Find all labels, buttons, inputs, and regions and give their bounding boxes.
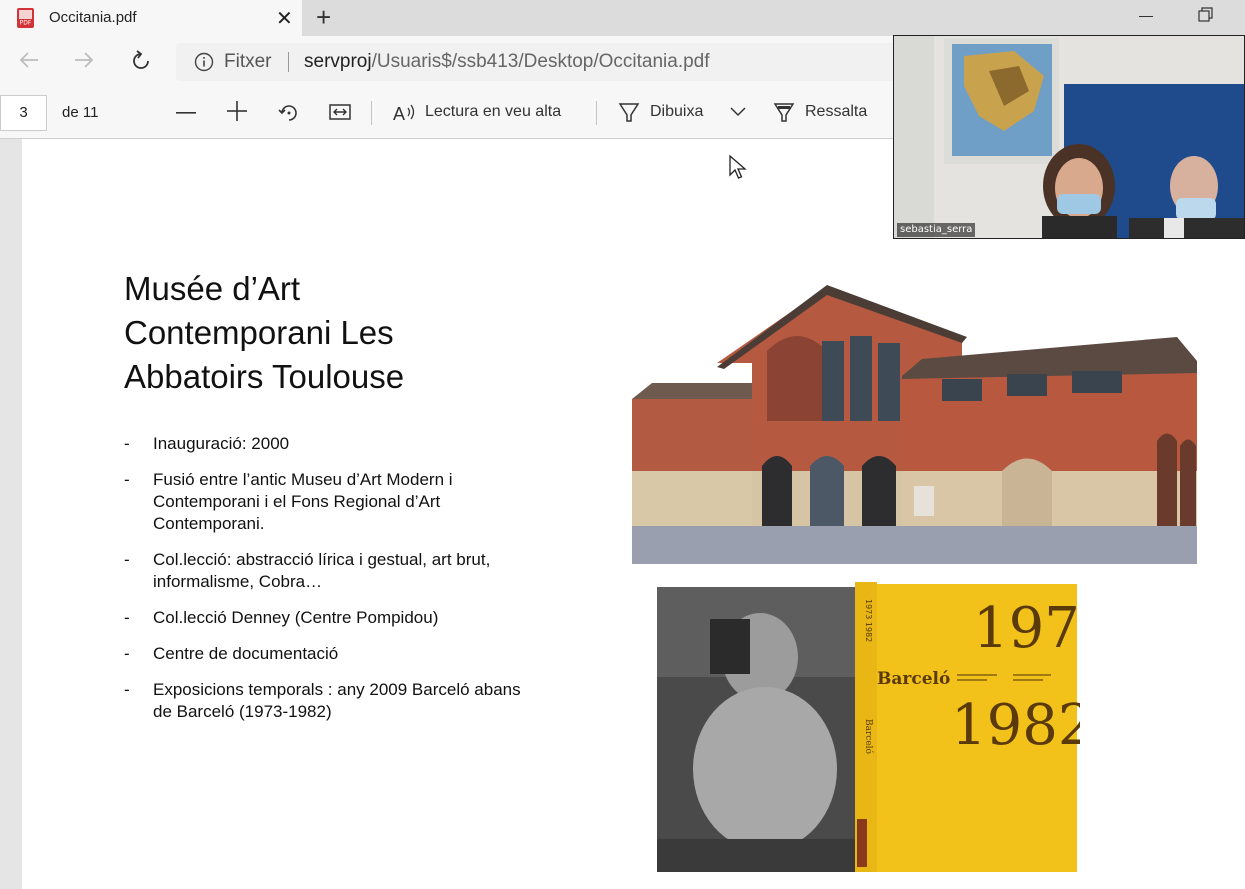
bullet-dash: -: [124, 470, 130, 489]
bullet-item: - Col.lecció: abstracció lírica i gestual…: [124, 549, 544, 593]
zoom-out-icon[interactable]: [176, 111, 196, 115]
bullet-item: - Centre de documentació: [124, 643, 544, 665]
bullet-text: Col.lecció Denney (Centre Pompidou): [153, 608, 439, 627]
svg-text:PDF: PDF: [20, 20, 32, 27]
bullet-dash: -: [124, 608, 130, 627]
new-tab-button[interactable]: +: [316, 2, 331, 33]
bullet-dash: -: [124, 434, 130, 453]
minimize-icon[interactable]: [1139, 16, 1153, 17]
svg-text:A: A: [393, 104, 405, 124]
slide-title-line: Contemporani Les: [124, 314, 394, 351]
refresh-icon[interactable]: [129, 49, 153, 73]
zoom-in-icon[interactable]: [227, 101, 247, 121]
restore-window-icon[interactable]: [1198, 7, 1214, 23]
highlighter-icon[interactable]: [773, 101, 795, 123]
read-aloud-button[interactable]: Lectura en veu alta: [425, 103, 561, 121]
bullet-text: Col.lecció: abstracció lírica i gestual,…: [153, 550, 491, 591]
slide-title-line: Abbatoirs Toulouse: [124, 358, 405, 395]
bullet-item: - Fusió entre l’antic Museu d’Art Modern …: [124, 469, 544, 535]
url-text: servproj/Usuaris$/ssb413/Desktop/Occitan…: [304, 51, 710, 73]
tab-close-icon[interactable]: ✕: [276, 6, 293, 31]
bullet-text: Centre de documentació: [153, 644, 339, 663]
bullet-dash: -: [124, 550, 130, 569]
highlight-button[interactable]: Ressalta: [805, 103, 867, 121]
bullet-dash: -: [124, 644, 130, 663]
url-input[interactable]: Fitxer servproj/Usuaris$/ssb413/Desktop/…: [176, 43, 916, 81]
info-icon[interactable]: [194, 52, 214, 72]
book-title: Barceló: [877, 669, 950, 689]
bullet-text: Inauguració: 2000: [153, 434, 290, 453]
draw-button[interactable]: Dibuixa: [650, 103, 703, 121]
fit-width-icon[interactable]: [329, 101, 351, 123]
video-call-overlay[interactable]: sebastia_serra: [893, 35, 1245, 239]
pdf-page: Musée d’Art Contemporani Les Abbatoirs T…: [22, 139, 1245, 889]
bullet-list: - Inauguració: 2000 - Fusió entre l’antic …: [124, 433, 544, 737]
forward-arrow-icon[interactable]: [73, 49, 95, 71]
draw-pen-icon[interactable]: [618, 101, 640, 123]
book-cover-photo: 1973 1982 Barceló 1973 Barceló 1982: [655, 579, 1080, 874]
read-aloud-icon[interactable]: A: [393, 102, 419, 124]
book-spine-title: Barceló: [863, 719, 874, 754]
url-scheme-label: Fitxer: [224, 51, 272, 72]
mouse-cursor-icon: [729, 155, 747, 179]
museum-building-photo: [632, 281, 1197, 564]
book-year-end: 1982: [951, 693, 1080, 758]
bullet-item: - Exposicions temporals : any 2009 Barcel…: [124, 679, 544, 723]
tab-strip: PDF Occitania.pdf ✕ +: [0, 0, 1245, 36]
chevron-down-icon[interactable]: [730, 107, 746, 117]
url-separator: [288, 52, 289, 72]
bullet-dash: -: [124, 680, 130, 699]
page-number-input[interactable]: 3: [0, 95, 47, 131]
book-spine-years: 1973 1982: [864, 599, 873, 642]
url-host: servproj: [304, 51, 372, 72]
bullet-text: Exposicions temporals : any 2009 Barceló…: [153, 680, 521, 721]
participant-video: [894, 36, 1244, 238]
rotate-icon[interactable]: [278, 101, 300, 123]
bullet-item: - Col.lecció Denney (Centre Pompidou): [124, 607, 544, 629]
bullet-text: Fusió entre l’antic Museu d’Art Modern i…: [153, 470, 453, 533]
toolbar-separator: [371, 101, 372, 125]
bullet-item: - Inauguració: 2000: [124, 433, 544, 455]
slide-title: Musée d’Art Contemporani Les Abbatoirs T…: [124, 267, 544, 399]
url-path: /Usuaris$/ssb413/Desktop/Occitania.pdf: [371, 51, 710, 72]
slide-title-line: Musée d’Art: [124, 270, 301, 307]
participant-name-label: sebastia_serra: [897, 223, 976, 237]
pdf-file-icon: PDF: [17, 8, 34, 28]
tab-title: Occitania.pdf: [49, 9, 137, 26]
book-year-start: 1973: [973, 596, 1080, 661]
browser-tab[interactable]: PDF Occitania.pdf ✕: [0, 0, 302, 36]
page-total-label: de 11: [62, 104, 99, 121]
toolbar-separator: [596, 101, 597, 125]
back-arrow-icon[interactable]: [18, 49, 40, 71]
